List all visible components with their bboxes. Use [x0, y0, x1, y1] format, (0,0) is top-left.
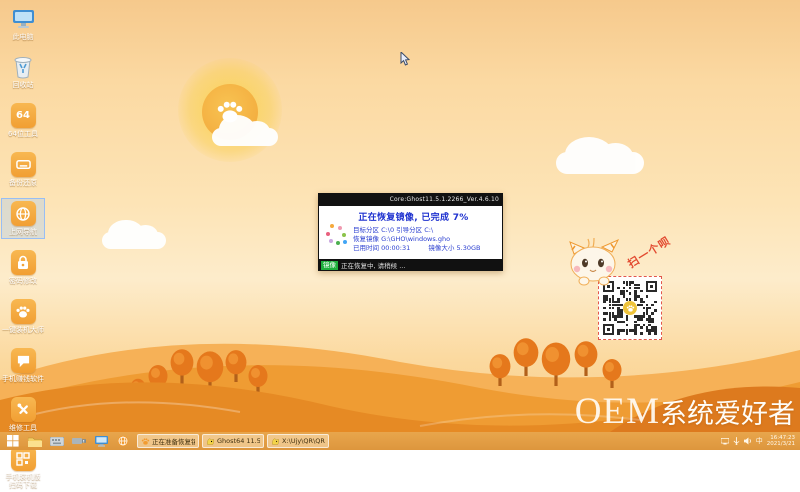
cloud: [102, 232, 166, 249]
desktop-icon-backup-restore[interactable]: 备份还原: [1, 149, 45, 190]
ghost-dog-icon: [271, 437, 280, 446]
file-explorer-button[interactable]: [24, 433, 46, 449]
watermark: OEM系统爱好者: [575, 390, 795, 433]
qr-handwritten-caption: 扫一个呗: [624, 232, 673, 271]
clock-date: 2021/3/21: [767, 441, 795, 448]
usb-tool-button[interactable]: [68, 433, 90, 449]
drive-icon: [16, 157, 31, 172]
desktop-icon-this-pc[interactable]: 此电脑: [1, 5, 45, 44]
tray-display-icon[interactable]: [721, 438, 729, 445]
desktop-wallpaper: 此电脑 回收站 64 64位工具 备份还原: [0, 0, 800, 450]
paw-icon: [141, 437, 150, 446]
icon-label: 一键装机大师: [2, 326, 44, 334]
tray-ime-indicator[interactable]: 中: [756, 438, 763, 445]
ghost-status-bar: 镜像 正在恢复中, 请稍候 ...: [318, 259, 503, 271]
windows-logo-icon: [7, 435, 19, 447]
ghost-dog-icon: [206, 437, 215, 446]
ghost-version-text: Core:Ghost11.5.1.2266_Ver.4.6.10: [390, 196, 499, 203]
qr-finder: [603, 324, 614, 335]
usb-drive-icon: [72, 437, 87, 445]
watermark-oem: OEM: [575, 390, 660, 433]
restore-progress-title: 正在恢复镜像, 已完成 7%: [331, 210, 496, 223]
icon-label: 此电脑: [2, 33, 44, 41]
qr-finder: [646, 281, 657, 292]
elapsed-size-line: 已用时间 00:00:31 镜像大小 5.30GB: [353, 244, 496, 253]
system-tray: 中 16:47:23 2021/3/21: [721, 435, 798, 448]
icon-label: 回收站: [2, 81, 44, 89]
image-size: 镜像大小 5.30GB: [428, 244, 480, 252]
browser-button[interactable]: [112, 433, 134, 449]
chat-bubble-icon: [16, 354, 31, 368]
desktop-icon-web-navigation[interactable]: 上网导航: [1, 198, 45, 239]
icon-label-line2: 扫码下载: [2, 481, 44, 489]
globe-icon: [15, 206, 31, 222]
icon-label: 上网导航: [2, 228, 44, 236]
icon-label: 手机装机版: [2, 473, 44, 481]
ghost-dialog-titlebar: Core:Ghost11.5.1.2266_Ver.4.6.10: [318, 193, 503, 206]
desktop-icon-repair-tools[interactable]: 维修工具: [1, 394, 45, 435]
computer-icon: [11, 8, 36, 31]
task-ghost64-window[interactable]: Ghost64 11.5.1 -...: [202, 434, 264, 448]
tray-usb-icon[interactable]: [733, 437, 740, 445]
desktop-icon-qr-download[interactable]: 手机装机版 扫码下载: [1, 443, 45, 492]
mascot-cat: [564, 238, 626, 286]
ghost-dialog-body: 正在恢复镜像, 已完成 7% 目标分区 C:\0 引导分区 C:\ 恢复镜像 G…: [319, 206, 502, 259]
task-label: Ghost64 11.5.1 -...: [217, 437, 260, 445]
desktop-icon-recycle-bin[interactable]: 回收站: [1, 52, 45, 92]
restore-image-line: 恢复镜像 G:\GHO\windows.gho: [353, 235, 496, 244]
icon-label: 备份还原: [2, 179, 44, 187]
qr-icon: [16, 452, 30, 466]
icon-label: 64位工具: [2, 130, 44, 138]
status-badge: 镜像: [321, 261, 338, 270]
desktop-icon-64bit-tools[interactable]: 64 64位工具: [1, 100, 45, 141]
keyboard-icon: [50, 437, 64, 446]
target-partition-line: 目标分区 C:\0 引导分区 C:\: [353, 226, 496, 235]
lock-icon: [16, 255, 30, 270]
desktop-icon-mobile-app[interactable]: 手机赚钱软件: [1, 345, 45, 386]
task-label: 正在准备恢复镜...: [152, 436, 195, 446]
task-label: X:\Ujy\QR\QRGho...: [282, 437, 325, 445]
desktop-icon-password-tool[interactable]: 密码修改: [1, 247, 45, 288]
status-text: 正在恢复中, 请稍候 ...: [341, 260, 405, 270]
desktop-icon-list: 此电脑 回收站 64 64位工具 备份还原: [2, 5, 44, 492]
folder-icon: [28, 436, 42, 447]
watermark-text: 系统爱好者: [660, 392, 795, 431]
tray-volume-icon[interactable]: [744, 437, 752, 445]
qr-modules: [603, 281, 657, 335]
taskbar: 正在准备恢复镜... Ghost64 11.5.1 -... X:\Ujy\QR…: [0, 432, 800, 450]
onscreen-keyboard-button[interactable]: [46, 433, 68, 449]
task-gho-file-window[interactable]: X:\Ujy\QR\QRGho...: [267, 434, 329, 448]
icon-label: 维修工具: [2, 424, 44, 432]
icon-label: 手机赚钱软件: [2, 375, 44, 383]
cloud: [556, 152, 644, 174]
cloud: [212, 128, 278, 146]
qr-center-paw-logo: [623, 301, 637, 315]
recycle-bin-icon: [12, 55, 34, 79]
ghost-restore-dialog: Core:Ghost11.5.1.2266_Ver.4.6.10 正在恢复镜像,…: [318, 193, 503, 271]
globe-icon: [117, 435, 129, 447]
desktop-icon-onekey-install[interactable]: 一键装机大师: [1, 296, 45, 337]
task-restore-window[interactable]: 正在准备恢复镜...: [137, 434, 199, 448]
pe-app-button[interactable]: [90, 433, 112, 449]
start-button[interactable]: [2, 433, 24, 449]
tray-clock[interactable]: 16:47:23 2021/3/21: [767, 435, 795, 448]
icon-label: 密码修改: [2, 277, 44, 285]
computer-icon: [95, 436, 108, 447]
64-icon: 64: [11, 103, 36, 128]
mouse-cursor: [400, 52, 410, 66]
elapsed-time: 已用时间 00:00:31: [353, 244, 410, 252]
tools-icon: [16, 402, 31, 417]
spinner-icon: [326, 224, 348, 246]
paw-icon: [15, 304, 31, 320]
